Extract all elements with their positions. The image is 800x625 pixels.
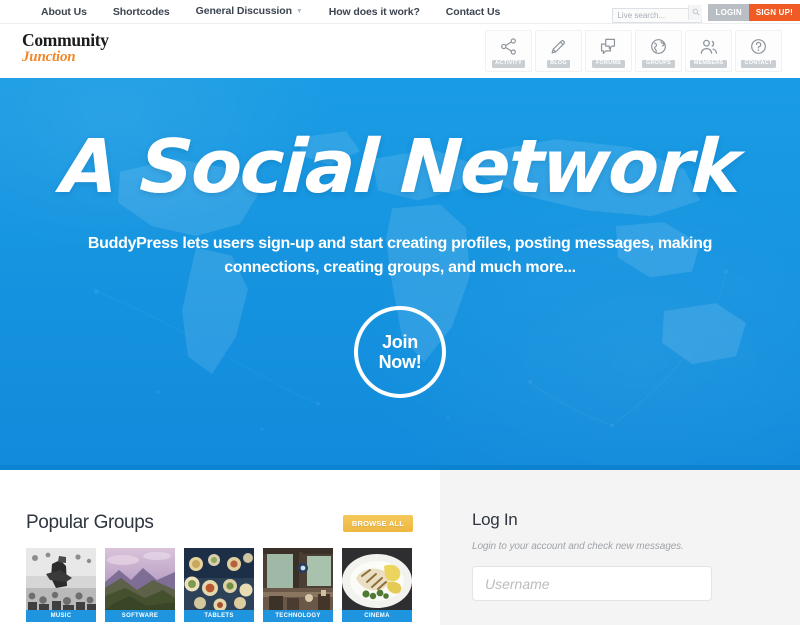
join-now-line-2: Now! [378,352,422,372]
group-card-label: CINEMA [342,610,412,622]
icon-nav-item-groups[interactable]: GROUPS [635,30,682,72]
globe-icon [649,36,668,58]
top-navigation-bar: About Us Shortcodes General Discussion ▼ … [0,0,800,24]
popular-groups-section: Popular Groups BROWSE ALL MUSIC SOFTWARE… [0,470,440,625]
login-panel-subtitle: Login to your account and check new mess… [472,541,684,552]
icon-nav-item-contact[interactable]: CONTACT [735,30,782,72]
login-button[interactable]: LOGIN [708,3,749,21]
group-card-label: TECHNOLOGY [263,610,333,622]
group-thumbnail [105,548,175,610]
group-card-label: MUSIC [26,610,96,622]
group-card-label: TABLETS [184,610,254,622]
site-header: Community Junction ACTIVITY BLOG FORUMS … [0,24,800,78]
icon-nav-label: MEMBERS [690,59,727,69]
popular-groups-header: Popular Groups BROWSE ALL [26,512,413,534]
icon-nav-item-blog[interactable]: BLOG [535,30,582,72]
search-submit-button[interactable] [688,4,703,20]
icon-nav-item-forums[interactable]: FORUMS [585,30,632,72]
nav-item-how-does-it-work[interactable]: How does it work? [316,0,433,24]
primary-nav-menu: About Us Shortcodes General Discussion ▼ … [28,0,513,24]
chevron-down-icon: ▼ [295,7,303,15]
nav-item-shortcodes[interactable]: Shortcodes [100,0,183,24]
chat-bubbles-icon [599,36,618,58]
concert-crowd-bw-photo [26,548,96,610]
top-bar-actions: LOGIN SIGN UP! [612,0,800,24]
live-search [612,4,703,23]
group-card-software[interactable]: SOFTWARE [105,548,175,622]
logo-line-secondary: Junction [22,48,76,65]
group-card-music[interactable]: MUSIC [26,548,96,622]
nav-item-general-discussion[interactable]: General Discussion ▼ [183,0,316,24]
question-mark-circle-icon [749,36,768,58]
group-card-list: MUSIC SOFTWARE TABLETS TECHNOLOGY CINEMA [26,548,440,622]
group-thumbnail [342,548,412,610]
group-card-cinema[interactable]: CINEMA [342,548,412,622]
people-icon [699,36,719,58]
icon-nav-item-activity[interactable]: ACTIVITY [485,30,532,72]
icon-nav-label: BLOG [546,59,571,69]
logo-line-primary: Community [22,30,109,50]
group-thumbnail [26,548,96,610]
content-area: Popular Groups BROWSE ALL MUSIC SOFTWARE… [0,470,800,625]
share-nodes-icon [499,36,518,58]
icon-nav-label: GROUPS [642,59,675,69]
food-table-spread-photo [184,548,254,610]
icon-nav-item-members[interactable]: MEMBERS [685,30,732,72]
magnifier-icon [692,8,700,16]
username-input[interactable] [472,566,712,601]
purple-mountains-photo [105,548,175,610]
signup-button[interactable]: SIGN UP! [748,3,800,21]
hero-banner: A Social Network BuddyPress lets users s… [0,78,800,470]
nav-item-label: Shortcodes [112,5,170,18]
group-card-label: SOFTWARE [105,610,175,622]
hero-title: A Social Network [58,124,742,210]
icon-nav-label: ACTIVITY [491,59,526,69]
group-card-technology[interactable]: TECHNOLOGY [263,548,333,622]
group-thumbnail [184,548,254,610]
hero-content: A Social Network BuddyPress lets users s… [0,78,800,398]
site-logo[interactable]: Community Junction [22,30,109,65]
nav-item-about-us[interactable]: About Us [28,0,100,24]
nav-item-label: Contact Us [445,5,501,18]
icon-nav-label: CONTACT [741,59,776,69]
nav-item-label: How does it work? [328,5,420,18]
login-panel-title: Log In [472,510,518,529]
hero-subtitle: BuddyPress lets users sign-up and start … [87,235,713,276]
browse-all-button[interactable]: BROWSE ALL [342,514,413,532]
icon-navigation: ACTIVITY BLOG FORUMS GROUPS MEMBERS CONT… [485,30,782,72]
join-now-line-1: Join [382,331,418,352]
nav-item-label: General Discussion [195,5,292,18]
page-title: Popular Groups [26,512,154,533]
nav-item-label: About Us [41,5,87,18]
cafe-interior-photo [263,548,333,610]
group-card-tablets[interactable]: TABLETS [184,548,254,622]
nav-item-contact-us[interactable]: Contact Us [433,0,513,24]
grilled-fish-plate-photo [342,548,412,610]
pencil-icon [549,36,568,58]
group-thumbnail [263,548,333,610]
join-now-button[interactable]: Join Now! [354,306,446,398]
icon-nav-label: FORUMS [592,59,625,69]
login-panel: Log In Login to your account and check n… [440,470,800,625]
